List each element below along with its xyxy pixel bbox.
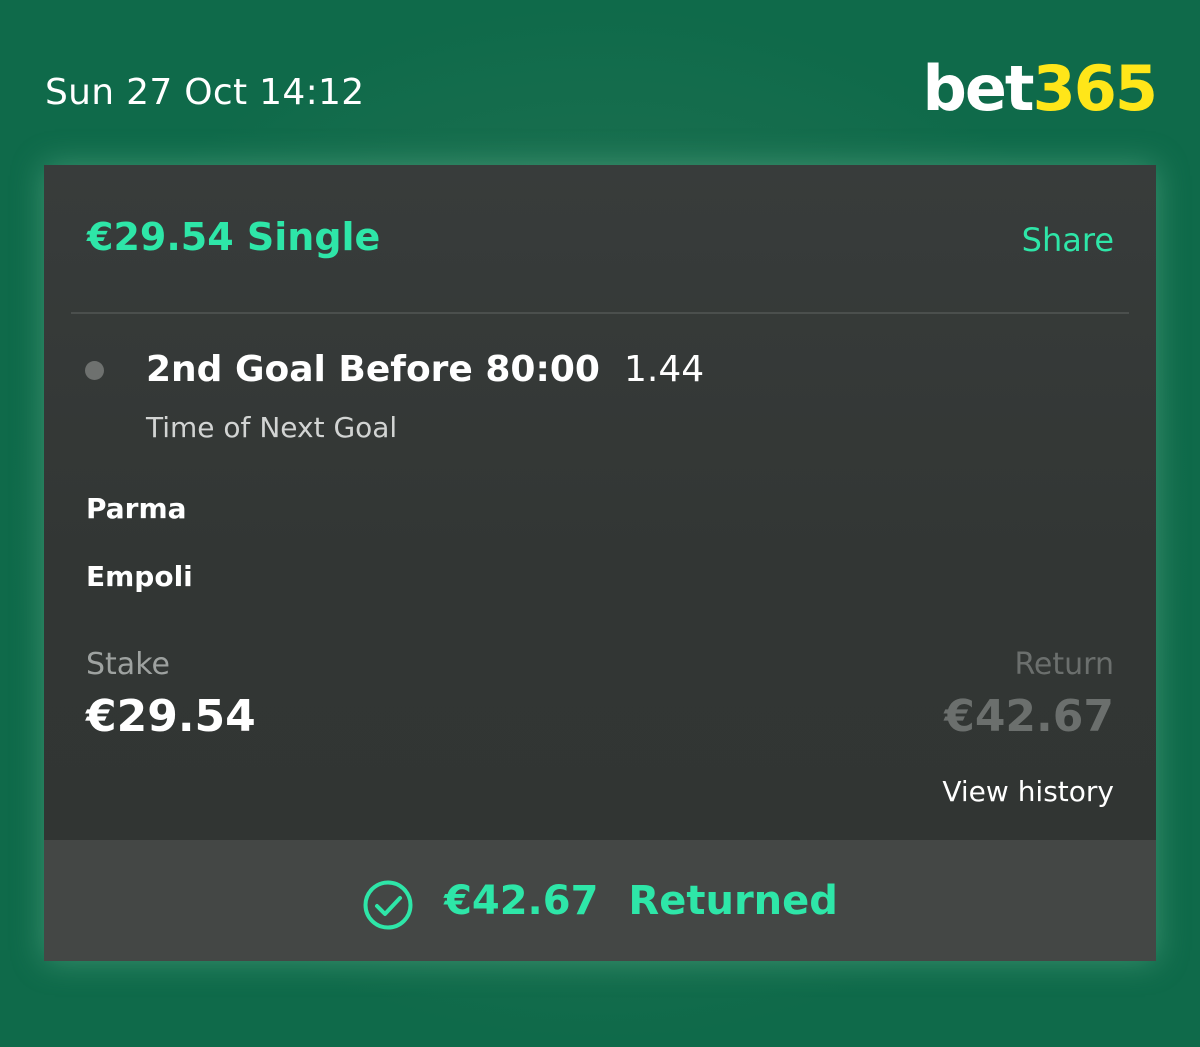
team-away: Empoli — [86, 560, 193, 593]
team-home: Parma — [86, 492, 187, 525]
stake-label: Stake — [86, 647, 170, 682]
returned-label: Returned — [628, 877, 838, 924]
logo-text-365: 365 — [1032, 52, 1158, 125]
settlement-status: €42.67 Returned — [44, 840, 1156, 961]
selection-status-dot-icon — [85, 361, 104, 380]
returned-amount: €42.67 — [444, 877, 599, 924]
check-circle-icon — [363, 880, 413, 929]
share-button[interactable]: Share — [1022, 221, 1114, 259]
bet-slip-card: €29.54 Single Share 2nd Goal Before 80:0… — [44, 165, 1156, 961]
divider — [71, 312, 1129, 314]
logo-text-bet: bet — [922, 52, 1035, 125]
bet-details-panel: €29.54 Single Share 2nd Goal Before 80:0… — [44, 165, 1156, 840]
settlement-footer: €42.67 Returned — [44, 840, 1156, 961]
bet-title: €29.54 Single — [87, 215, 381, 259]
status-datetime: Sun 27 Oct 14:12 — [45, 72, 365, 113]
selection-name: 2nd Goal Before 80:00 — [146, 349, 600, 390]
bet365-logo: bet365 — [923, 58, 1159, 120]
market-name: Time of Next Goal — [146, 411, 398, 444]
return-value: €42.67 — [944, 691, 1114, 742]
return-label: Return — [1014, 647, 1114, 682]
view-history-link[interactable]: View history — [942, 775, 1114, 808]
stake-value: €29.54 — [86, 691, 256, 742]
selection-line: 2nd Goal Before 80:00 1.44 — [146, 349, 704, 390]
selection-odds: 1.44 — [623, 349, 705, 390]
